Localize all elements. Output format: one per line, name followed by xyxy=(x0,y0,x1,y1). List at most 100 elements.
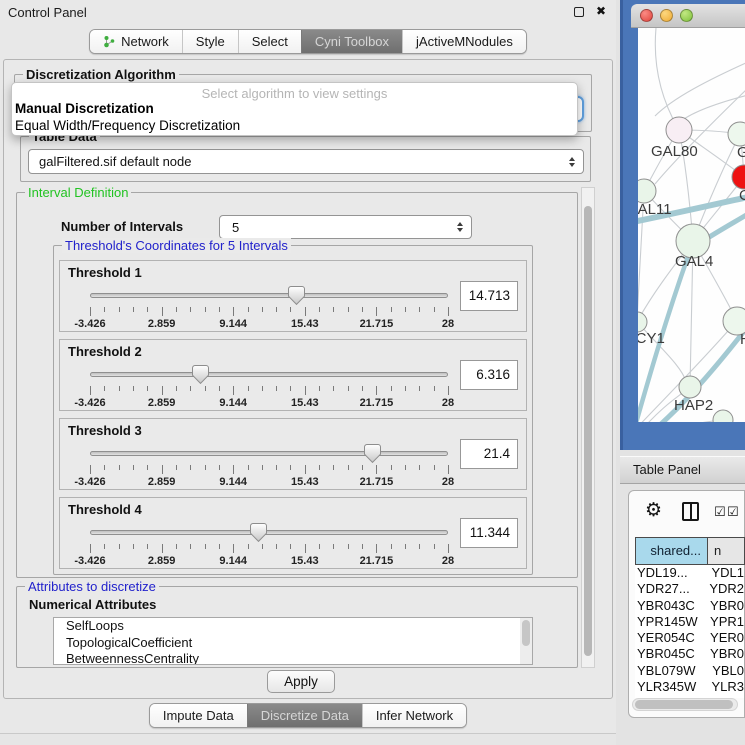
slider-thumb[interactable] xyxy=(288,286,305,305)
cell-shared-name: YDL19... xyxy=(635,565,704,581)
tab-style[interactable]: Style xyxy=(182,30,238,53)
spinner-arrows-icon xyxy=(457,222,463,232)
numerical-attributes-heading: Numerical Attributes xyxy=(29,597,156,612)
slider-track[interactable] xyxy=(90,451,448,456)
close-traffic-light[interactable] xyxy=(640,9,653,22)
node-label: G. xyxy=(737,144,745,161)
attribute-betweennesscentrality[interactable]: BetweennessCentrality xyxy=(54,651,532,665)
attributes-scrollbar[interactable] xyxy=(520,618,532,664)
table-row[interactable]: YBR045C YBR0 xyxy=(635,646,744,662)
tab-jactivemnodules[interactable]: jActiveMNodules xyxy=(402,30,526,53)
threshold-value-field[interactable]: 11.344 xyxy=(460,518,518,548)
thresholds-group: Threshold's Coordinates for 5 Intervals … xyxy=(53,245,533,575)
threshold-panel: Threshold 3 -3.4262.8599.14415.4321.7152… xyxy=(59,418,527,490)
network-canvas[interactable]: GAL80G.CGAL11GAL4GCY1HHAP2 xyxy=(638,28,745,422)
gear-icon[interactable]: ⚙ xyxy=(645,499,662,521)
apply-button[interactable]: Apply xyxy=(267,670,335,693)
column-header-shared-name[interactable]: shared... xyxy=(635,537,708,565)
slider-thumb[interactable] xyxy=(192,365,209,384)
node-label: HAP2 xyxy=(674,397,713,414)
network-node-hap2[interactable] xyxy=(679,376,701,398)
network-edge[interactable] xyxy=(681,95,745,121)
tab-select[interactable]: Select xyxy=(238,30,301,53)
table-panel-title: Table Panel xyxy=(633,462,701,477)
table-data-group: Table Data galFiltered.sif default node xyxy=(20,136,591,182)
slider-ticks xyxy=(90,307,448,316)
threshold-slider[interactable]: -3.4262.8599.14415.4321.71528 xyxy=(90,287,448,329)
tab-infer-network[interactable]: Infer Network xyxy=(362,704,466,727)
slider-ticks xyxy=(90,386,448,395)
tab-cyni-toolbox[interactable]: Cyni Toolbox xyxy=(301,30,402,53)
network-node-gcy1[interactable] xyxy=(638,312,647,332)
scrollbar-thumb[interactable] xyxy=(584,206,592,656)
tab-discretize-data[interactable]: Discretize Data xyxy=(247,704,362,727)
float-panel-icon[interactable] xyxy=(574,7,584,17)
main-vertical-scrollbar[interactable] xyxy=(581,187,595,668)
node-label: H xyxy=(740,331,745,348)
interval-definition-group: Interval Definition Number of Intervals … xyxy=(16,192,578,578)
slider-track[interactable] xyxy=(90,293,448,298)
table-row[interactable]: YDL19... YDL1 xyxy=(635,565,744,581)
scrollbar-thumb[interactable] xyxy=(522,620,530,646)
cell-name: YER0 xyxy=(703,630,744,646)
threshold-label: Threshold 4 xyxy=(68,502,142,517)
minimize-traffic-light[interactable] xyxy=(660,9,673,22)
tab-network[interactable]: Network xyxy=(90,30,182,53)
zoom-traffic-light[interactable] xyxy=(680,9,693,22)
slider-thumb[interactable] xyxy=(250,523,267,542)
threshold-label: Threshold 3 xyxy=(68,423,142,438)
slider-track[interactable] xyxy=(90,372,448,377)
threshold-value-field[interactable]: 21.4 xyxy=(460,439,518,469)
node-label: GCY1 xyxy=(638,330,665,347)
algorithm-option-equal-width-frequency-discretization[interactable]: Equal Width/Frequency Discretization xyxy=(15,117,574,134)
table-row[interactable]: YBR043C YBR0 xyxy=(635,598,744,614)
threshold-value-field[interactable]: 6.316 xyxy=(460,360,518,390)
table-row[interactable]: YDR27... YDR2 xyxy=(635,581,744,597)
network-window-titlebar[interactable] xyxy=(631,4,745,28)
control-panel-titlebar: Control Panel ✖ xyxy=(0,0,616,26)
threshold-value-field[interactable]: 14.713 xyxy=(460,281,518,311)
network-node-gal80[interactable] xyxy=(666,117,692,143)
network-node-gal11[interactable] xyxy=(638,179,656,203)
table-row[interactable]: YPR145W YPR1 xyxy=(635,614,744,630)
bottom-tab-bar: Impute Data Discretize Data Infer Networ… xyxy=(0,703,616,728)
table-rows: YDL19... YDL1 YDR27... YDR2 YBR043C YBR0… xyxy=(635,565,744,698)
table-row[interactable]: YER054C YER0 xyxy=(635,630,744,646)
network-node[interactable] xyxy=(713,410,733,422)
cell-name: YDR2 xyxy=(702,581,744,597)
algorithm-option-manual-discretization[interactable]: Manual Discretization xyxy=(15,100,574,117)
scrollbar-thumb[interactable] xyxy=(635,700,733,709)
cell-shared-name: YDR27... xyxy=(635,581,702,597)
cell-shared-name: YBR043C xyxy=(635,598,703,614)
number-of-intervals-spinner[interactable]: 5 xyxy=(219,215,472,239)
table-panel: ⚙ ☑ ☑ shared... n YDL19... YDL1 YDR27...… xyxy=(628,490,745,718)
node-label: GAL4 xyxy=(675,253,713,270)
threshold-slider[interactable]: -3.4262.8599.14415.4321.71528 xyxy=(90,366,448,408)
threshold-panel: Threshold 1 -3.4262.8599.14415.4321.7152… xyxy=(59,260,527,332)
column-header-name[interactable]: n xyxy=(708,537,745,565)
columns-icon[interactable] xyxy=(682,502,699,521)
cell-shared-name: YBR045C xyxy=(635,646,703,662)
close-icon[interactable]: ✖ xyxy=(596,4,606,18)
network-edge[interactable] xyxy=(655,28,679,130)
checkbox-checked-icon[interactable]: ☑ xyxy=(714,505,726,520)
bottom-fill xyxy=(0,734,616,745)
threshold-slider[interactable]: -3.4262.8599.14415.4321.71528 xyxy=(90,445,448,487)
tab-impute-data[interactable]: Impute Data xyxy=(150,704,247,727)
network-node-c[interactable] xyxy=(732,165,745,189)
attribute-topologicalcoefficient[interactable]: TopologicalCoefficient xyxy=(54,635,532,652)
table-horizontal-scrollbar[interactable] xyxy=(632,698,738,711)
numerical-attributes-list[interactable]: SelfLoopsTopologicalCoefficientBetweenne… xyxy=(53,617,533,665)
checkbox-checked-icon[interactable]: ☑ xyxy=(727,505,739,520)
algorithm-hint: Select algorithm to view settings xyxy=(12,86,577,101)
table-data-combo[interactable]: galFiltered.sif default node xyxy=(28,149,584,174)
cell-shared-name: YER054C xyxy=(635,630,703,646)
network-node-g[interactable] xyxy=(728,122,745,146)
slider-track[interactable] xyxy=(90,530,448,535)
slider-thumb[interactable] xyxy=(364,444,381,463)
attribute-selfloops[interactable]: SelfLoops xyxy=(54,618,532,635)
table-row[interactable]: YLR345W YLR3 xyxy=(635,679,744,695)
threshold-slider[interactable]: -3.4262.8599.14415.4321.71528 xyxy=(90,524,448,566)
tab-label: Network xyxy=(121,34,169,49)
table-row[interactable]: YBL079W YBL0 xyxy=(635,663,744,679)
